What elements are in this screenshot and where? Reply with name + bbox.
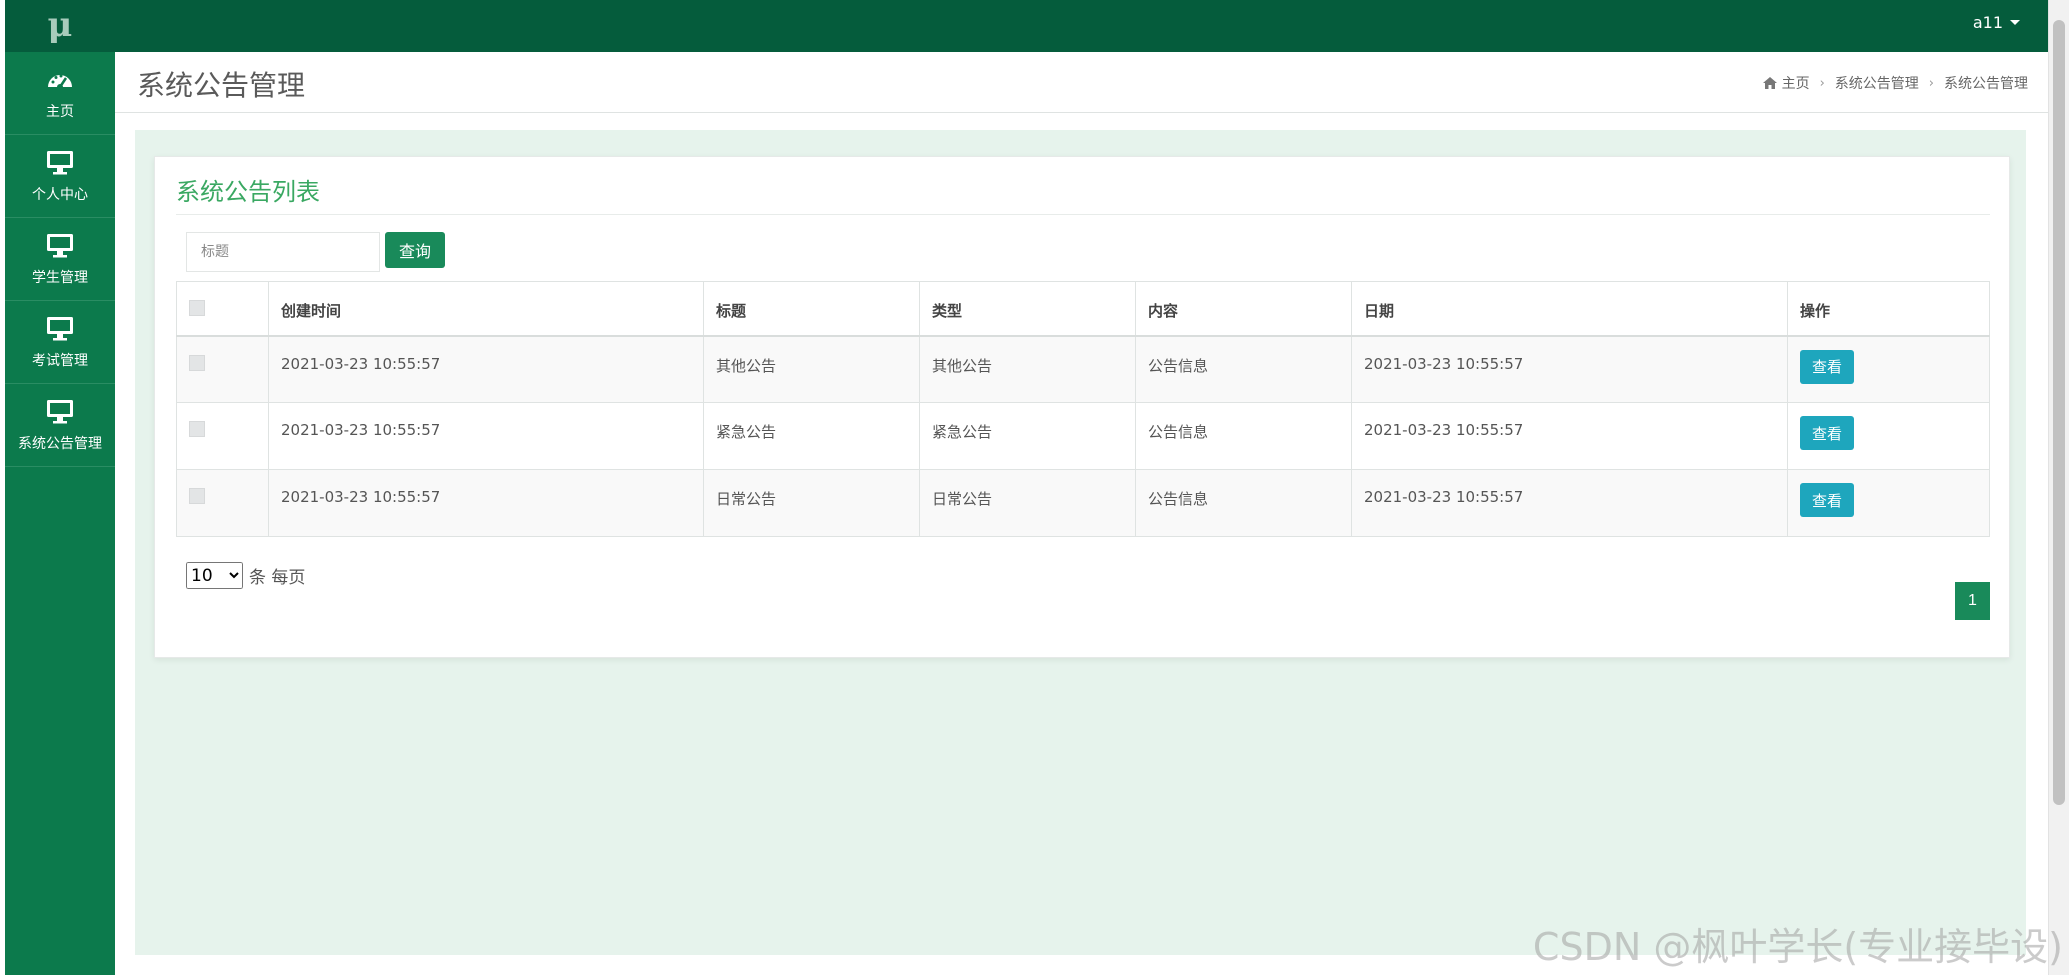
cell-type: 其他公告 [919,335,1136,403]
table-row: 2021-03-23 10:55:57 日常公告 日常公告 公告信息 2021-… [176,469,1990,537]
home-icon [1762,77,1777,89]
sidebar-item-home[interactable]: 主页 [5,52,115,135]
content-area: 系统公告列表 查询 创建时间 标题 类型 内容 日期 操作 2021-03-2 [135,130,2026,955]
page-size-label: 条 每页 [249,568,306,588]
table-row: 2021-03-23 10:55:57 其他公告 其他公告 公告信息 2021-… [176,335,1990,403]
caret-down-icon [2010,20,2020,25]
sidebar-item-label: 主页 [46,104,74,120]
user-menu[interactable]: a11 [1973,13,2020,32]
view-button[interactable]: 查看 [1800,349,1854,384]
breadcrumb-chevron-icon: › [1928,75,1934,91]
column-header: 类型 [919,281,1136,337]
cell-title: 日常公告 [703,469,920,537]
breadcrumb-chevron-icon: › [1819,75,1825,91]
cell-content: 公告信息 [1135,402,1352,470]
search-button[interactable]: 查询 [385,232,445,268]
panel-title: 系统公告列表 [176,178,320,206]
breadcrumb-home-label: 主页 [1781,76,1810,92]
cell-type: 紧急公告 [919,402,1136,470]
cell-created: 2021-03-23 10:55:57 [268,402,704,470]
announcement-table: 创建时间 标题 类型 内容 日期 操作 2021-03-23 10:55:57 … [176,281,1990,537]
top-bar: a11 [115,0,2048,52]
row-checkbox[interactable] [189,354,205,371]
sidebar-item-announcements[interactable]: 系统公告管理 [5,384,115,467]
page-number-button[interactable]: 1 [1955,582,1990,620]
view-button[interactable]: 查看 [1800,483,1854,517]
cell-created: 2021-03-23 10:55:57 [268,469,704,537]
breadcrumb-home[interactable]: 主页 [1762,73,1810,93]
column-header: 日期 [1351,281,1788,337]
column-header: 操作 [1787,281,1990,337]
watermark: CSDN @枫叶学长(专业接毕设) [1532,925,2063,969]
scrollbar-thumb[interactable] [2053,20,2065,805]
column-header: 内容 [1135,281,1352,337]
row-checkbox[interactable] [189,421,205,437]
monitor-icon [47,400,73,424]
username: a11 [1972,13,2003,32]
scrollbar[interactable] [2048,0,2069,975]
page-size-select[interactable]: 10 [186,562,243,589]
breadcrumb-item[interactable]: 系统公告管理 [1835,73,1919,93]
announcement-list-panel: 系统公告列表 查询 创建时间 标题 类型 内容 日期 操作 2021-03-2 [154,156,2010,658]
row-select-cell [176,469,269,537]
cell-date: 2021-03-23 10:55:57 [1351,402,1788,470]
column-header: 标题 [703,281,920,337]
sidebar-item-label: 个人中心 [32,187,88,203]
row-select-cell [176,402,269,470]
monitor-icon [47,317,73,341]
monitor-icon [47,151,73,175]
row-checkbox[interactable] [189,488,205,504]
cell-content: 公告信息 [1135,469,1352,537]
cell-action: 查看 [1787,335,1990,403]
breadcrumb-current: 系统公告管理 [1944,76,2028,92]
dashboard-icon [48,74,72,90]
page-title: 系统公告管理 [137,69,306,102]
sidebar-item-label: 系统公告管理 [18,436,102,452]
table-row: 2021-03-23 10:55:57 紧急公告 紧急公告 公告信息 2021-… [176,402,1990,470]
logo: μ [5,0,115,52]
monitor-icon [47,234,73,258]
table-header-row: 创建时间 标题 类型 内容 日期 操作 [176,281,1990,337]
breadcrumb: 主页 › 系统公告管理 › 系统公告管理 [1762,73,2028,93]
column-header: 创建时间 [268,281,704,337]
select-all-cell [176,281,269,337]
cell-title: 紧急公告 [703,402,920,470]
cell-title: 其他公告 [703,335,920,403]
divider [176,214,1990,215]
sidebar-item-label: 学生管理 [32,270,88,286]
page-size-control: 10 条 每页 [186,562,305,589]
cell-type: 日常公告 [919,469,1136,537]
sidebar-item-exams[interactable]: 考试管理 [5,301,115,384]
view-button[interactable]: 查看 [1800,416,1854,450]
cell-content: 公告信息 [1135,335,1352,403]
page-header: 系统公告管理 主页 › 系统公告管理 › 系统公告管理 [115,52,2048,113]
cell-action: 查看 [1787,469,1990,537]
sidebar: μ 主页 个人中心 学生管理 考试管理 系统公告管理 [5,0,115,975]
select-all-checkbox[interactable] [189,300,205,316]
search-title-input[interactable] [186,232,380,272]
sidebar-item-profile[interactable]: 个人中心 [5,135,115,218]
cell-date: 2021-03-23 10:55:57 [1351,469,1788,537]
cell-created: 2021-03-23 10:55:57 [268,335,704,403]
row-select-cell [176,335,269,403]
sidebar-item-label: 考试管理 [32,353,88,369]
sidebar-item-students[interactable]: 学生管理 [5,218,115,301]
cell-action: 查看 [1787,402,1990,470]
cell-date: 2021-03-23 10:55:57 [1351,335,1788,403]
